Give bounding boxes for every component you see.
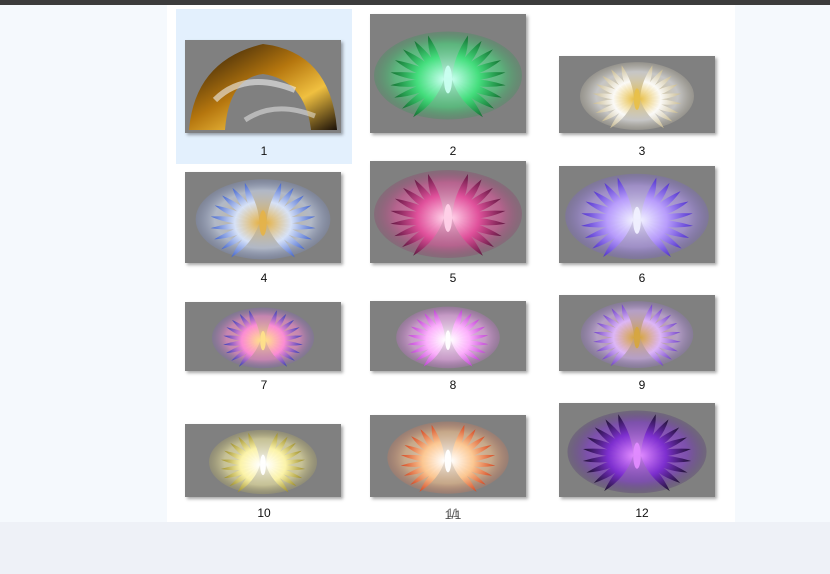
white-wings-icon xyxy=(580,62,694,130)
flame-wings-icon xyxy=(387,421,509,494)
thumbnail-image[interactable] xyxy=(559,166,715,263)
thumbnail-gallery: 1 2 3 4 5 6 7 8 9 10 11 1/1 12 xyxy=(167,5,735,522)
thumbnail-label: 6 xyxy=(638,271,646,285)
thumbnail-label: 5 xyxy=(449,271,457,285)
fire-dome-wings-icon xyxy=(189,44,337,130)
violet-wings-icon xyxy=(565,173,709,260)
thumbnail-image[interactable] xyxy=(370,301,526,371)
thumbnail-image[interactable] xyxy=(370,161,526,263)
magenta-wings-icon xyxy=(396,306,500,369)
thumbnail-label: 4 xyxy=(260,271,268,285)
thumbnail-image[interactable] xyxy=(559,295,715,371)
thumbnail-label: 10 xyxy=(257,506,271,520)
status-area xyxy=(0,522,830,574)
thumbnail-label: 12 xyxy=(635,506,649,520)
thumbnail-image[interactable] xyxy=(370,14,526,133)
thumbnail-image[interactable] xyxy=(185,40,341,133)
thumbnail-item[interactable]: 3 xyxy=(554,9,730,164)
thumbnail-item[interactable]: 10 xyxy=(176,400,352,526)
thumbnail-image[interactable] xyxy=(559,403,715,497)
thumbnail-item[interactable]: 4 xyxy=(176,155,352,291)
thumbnail-item[interactable]: 5 xyxy=(365,155,541,291)
dark-purple-wings-icon xyxy=(567,410,707,494)
blue-pink-wings-icon xyxy=(211,307,315,369)
thumbnail-item[interactable]: 12 xyxy=(554,400,730,526)
thumbnail-item[interactable]: 7 xyxy=(176,292,352,398)
thumbnail-label: 7 xyxy=(260,378,268,392)
thumbnail-image[interactable] xyxy=(185,172,341,263)
thumbnail-item[interactable]: 6 xyxy=(554,155,730,291)
green-wings-icon xyxy=(374,31,522,120)
thumbnail-image[interactable] xyxy=(185,302,341,371)
thumbnail-item[interactable]: 9 xyxy=(554,292,730,398)
thumbnail-item[interactable]: 2 xyxy=(365,9,541,164)
crimson-wings-icon xyxy=(374,170,522,258)
thumbnail-label: 8 xyxy=(449,378,457,392)
thumbnail-image[interactable] xyxy=(559,56,715,133)
lilac-wings-icon xyxy=(580,301,694,368)
thumbnail-item[interactable]: 11 1/1 xyxy=(365,400,541,526)
thumbnail-image[interactable] xyxy=(370,415,526,497)
thumbnail-item[interactable]: 1 xyxy=(176,9,352,164)
thumbnail-label: 11 xyxy=(446,506,460,520)
thumbnail-label: 9 xyxy=(638,378,646,392)
blue-wings-icon xyxy=(195,179,331,260)
thumbnail-item[interactable]: 8 xyxy=(365,292,541,398)
thumbnail-image[interactable] xyxy=(185,424,341,497)
golden-wings-icon xyxy=(208,429,318,495)
